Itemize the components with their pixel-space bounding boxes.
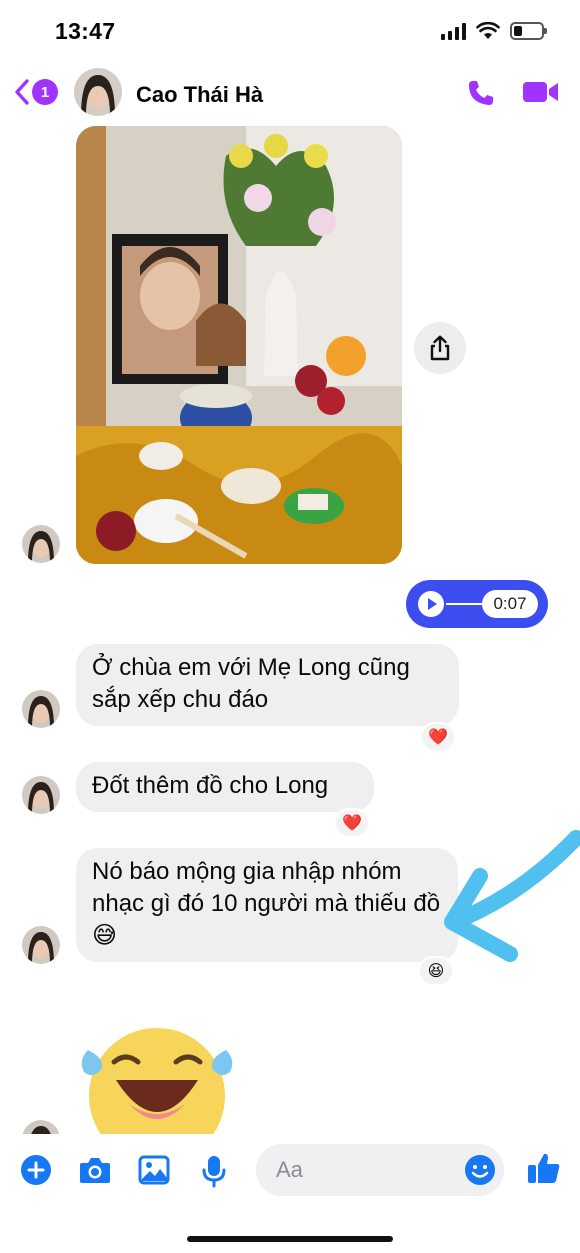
altar-photo	[76, 126, 402, 564]
message-bubble[interactable]: Ở chùa em với Mẹ Long cũng sắp xếp chu đ…	[76, 644, 459, 726]
contact-avatar[interactable]	[22, 690, 60, 728]
avatar-image	[22, 926, 60, 964]
avatar-image	[74, 68, 122, 116]
play-icon[interactable]	[418, 591, 444, 617]
call-button[interactable]	[466, 78, 496, 113]
microphone-icon[interactable]	[200, 1154, 228, 1188]
unread-count-badge: 1	[32, 79, 58, 105]
video-call-button[interactable]	[522, 80, 560, 109]
avatar-image	[22, 690, 60, 728]
phone-icon	[469, 81, 493, 105]
contact-avatar[interactable]	[22, 525, 60, 563]
contact-avatar[interactable]	[22, 926, 60, 964]
contact-name[interactable]: Cao Thái Hà	[136, 82, 263, 108]
avatar-image	[22, 776, 60, 814]
share-button[interactable]	[414, 322, 466, 374]
reaction-badge[interactable]: ❤️	[420, 722, 456, 752]
message-bubble[interactable]: Đốt thêm đồ cho Long	[76, 762, 374, 812]
thumbs-up-icon[interactable]	[526, 1150, 562, 1186]
chat-header: 1 Cao Thái Hà	[0, 62, 580, 126]
avatar-image	[22, 525, 60, 563]
camera-icon[interactable]	[78, 1154, 112, 1186]
reaction-badge[interactable]: ❤️	[334, 808, 370, 838]
share-icon	[430, 335, 450, 361]
laughing-tears-icon[interactable]	[74, 1014, 240, 1134]
voice-duration: 0:07	[482, 590, 538, 618]
chevron-left-icon	[15, 79, 29, 105]
message-bubble[interactable]: Nó báo mộng gia nhập nhóm nhạc gì đó 10 …	[76, 848, 458, 962]
video-camera-icon	[523, 82, 558, 102]
image-icon[interactable]	[138, 1154, 170, 1186]
back-button[interactable]: 1	[14, 78, 58, 106]
arrow-annotation	[444, 830, 580, 962]
message-thread[interactable]: 0:07 Ở chùa em với Mẹ Long cũng sắp xếp …	[0, 0, 580, 1253]
home-indicator	[187, 1236, 393, 1242]
photo-message[interactable]	[76, 126, 402, 564]
contact-avatar[interactable]	[22, 776, 60, 814]
plus-icon[interactable]	[20, 1154, 52, 1186]
emoji-icon[interactable]	[464, 1154, 496, 1186]
contact-avatar[interactable]	[74, 68, 122, 116]
